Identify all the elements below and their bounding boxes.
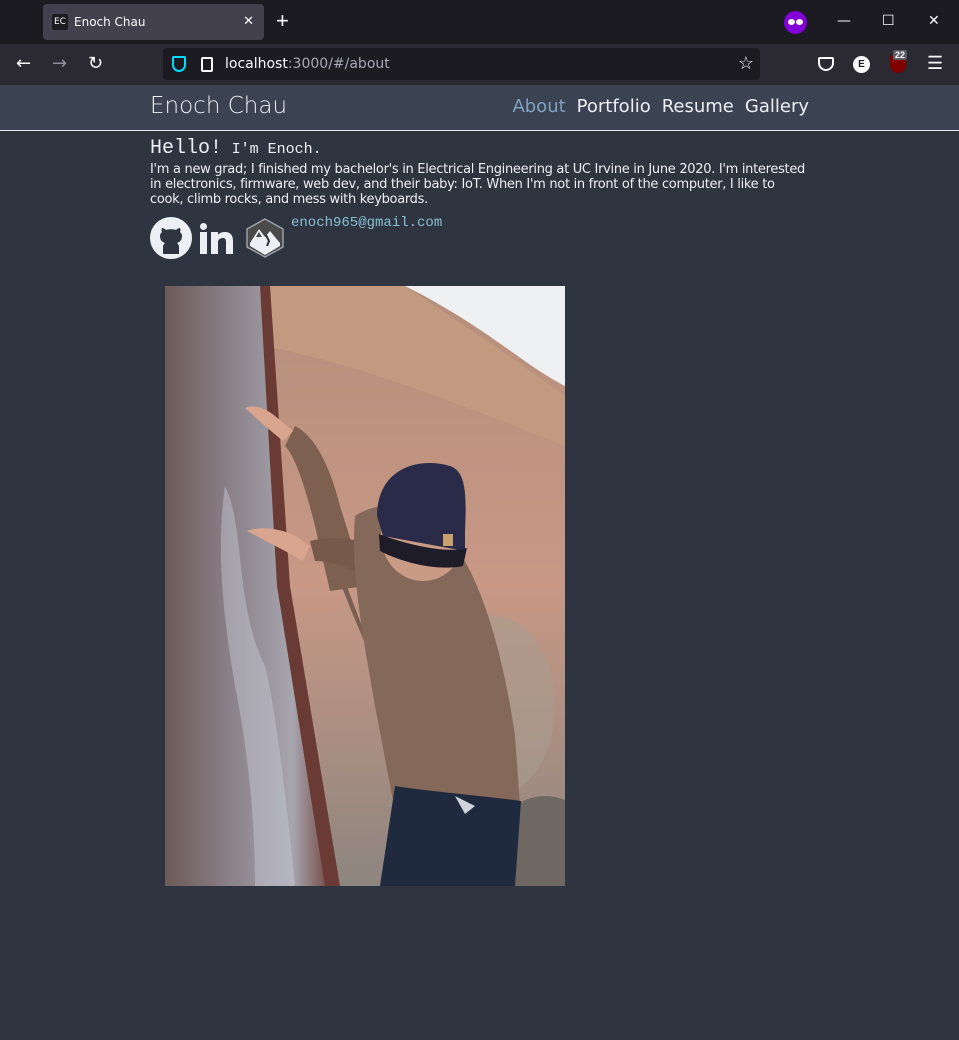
close-tab-icon[interactable]: ✕	[243, 14, 254, 28]
nav-portfolio[interactable]: Portfolio	[577, 96, 651, 117]
forward-icon[interactable]: →	[52, 53, 67, 75]
new-tab-icon[interactable]: +	[276, 10, 289, 32]
private-browsing-icon	[784, 11, 807, 34]
social-links: enoch965@gmail.com	[150, 215, 810, 259]
page-info-icon[interactable]	[201, 57, 213, 72]
browser-tab[interactable]: EC Enoch Chau ✕	[43, 4, 264, 40]
linkedin-icon[interactable]	[197, 217, 239, 259]
github-icon[interactable]	[150, 217, 192, 259]
browser-navbar: ← → ↻ localhost:3000/#/about ☆	[0, 44, 959, 85]
email-link[interactable]: enoch965@gmail.com	[291, 215, 442, 231]
nav-gallery[interactable]: Gallery	[745, 96, 809, 117]
hamburger-menu-icon[interactable]: ☰	[927, 53, 943, 74]
bio-text: I'm a new grad; I finished my bachelor's…	[150, 162, 805, 207]
ublock-badge: 22	[893, 50, 908, 60]
maximize-icon[interactable]: ☐	[882, 12, 895, 30]
url-text[interactable]: localhost:3000/#/about	[225, 56, 390, 72]
site-header: Enoch Chau About Portfolio Resume Galler…	[0, 85, 959, 131]
mountain-project-icon[interactable]	[244, 217, 286, 259]
browser-tabbar: EC Enoch Chau ✕ + — ☐ ✕	[0, 0, 959, 44]
site-nav: About Portfolio Resume Gallery	[512, 96, 809, 117]
url-bar[interactable]: localhost:3000/#/about ☆	[163, 48, 760, 80]
reload-icon[interactable]: ↻	[88, 53, 103, 75]
bookmark-star-icon[interactable]: ☆	[738, 53, 754, 74]
tab-favicon: EC	[52, 14, 68, 30]
site-brand[interactable]: Enoch Chau	[150, 93, 287, 119]
greeting-name: I'm Enoch.	[231, 141, 322, 158]
about-section: Hello! I'm Enoch. I'm a new grad; I fini…	[150, 137, 810, 259]
nav-about[interactable]: About	[512, 96, 565, 117]
back-icon[interactable]: ←	[16, 53, 31, 75]
url-host: localhost	[225, 56, 288, 72]
shield-icon[interactable]	[172, 56, 186, 72]
minimize-icon[interactable]: —	[837, 12, 851, 30]
greeting: Hello! I'm Enoch.	[150, 137, 810, 160]
nav-resume[interactable]: Resume	[662, 96, 734, 117]
greeting-hello: Hello!	[150, 137, 223, 160]
extension-e-icon[interactable]: E	[853, 56, 870, 73]
climbing-photo	[165, 286, 565, 886]
tab-title: Enoch Chau	[74, 15, 146, 29]
url-path: :3000/#/about	[287, 56, 390, 72]
close-window-icon[interactable]: ✕	[928, 12, 940, 30]
